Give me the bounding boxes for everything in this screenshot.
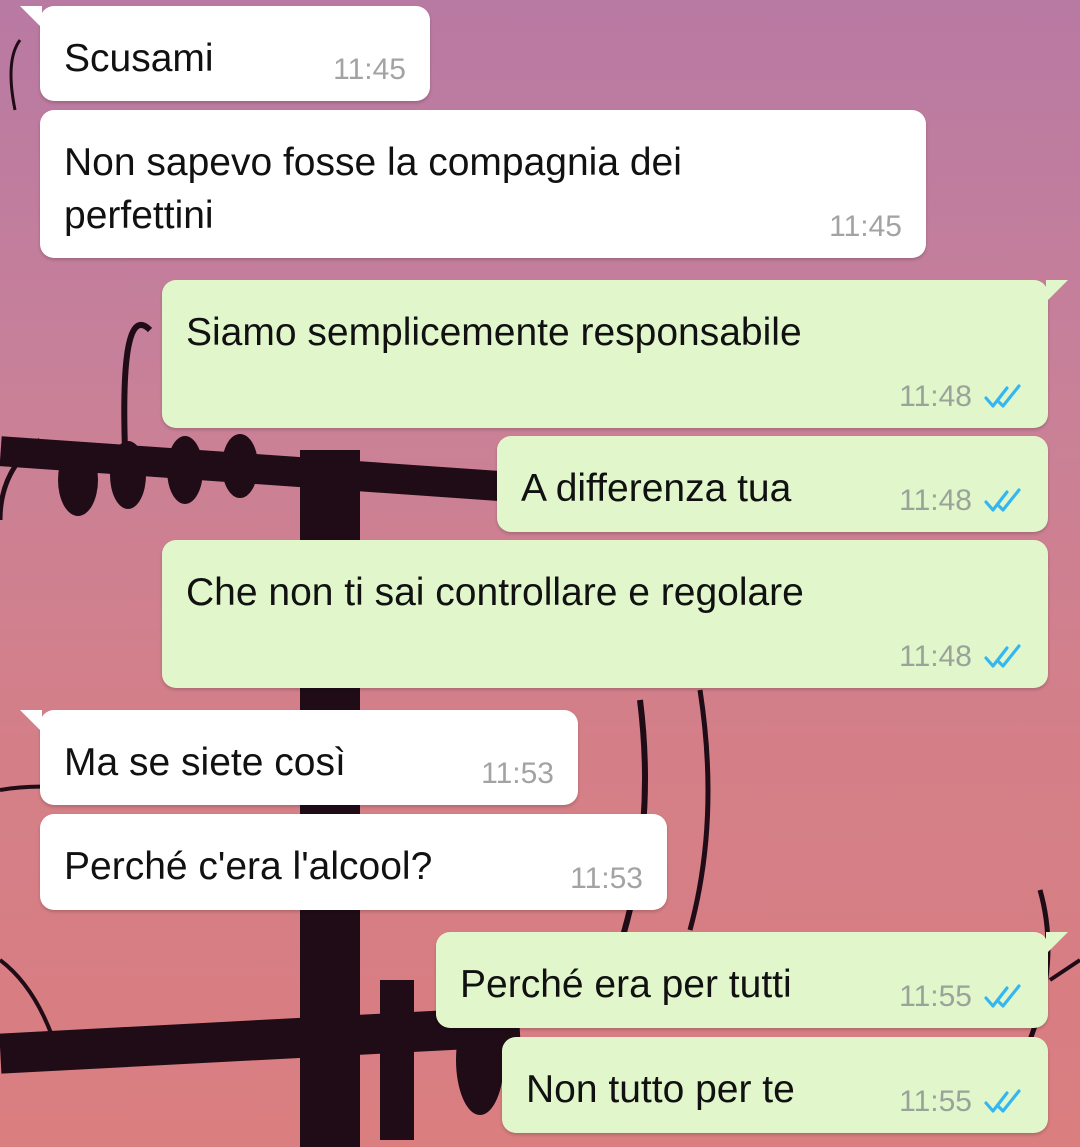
- message-text: Che non ti sai controllare e regolare: [186, 571, 804, 614]
- double-check-icon: [984, 644, 1021, 668]
- message-time: 11:45: [333, 53, 406, 86]
- message-outgoing[interactable]: Non tutto per te 11:55: [502, 1037, 1048, 1133]
- message-meta: 11:55: [899, 980, 1024, 1014]
- double-check-icon: [984, 1089, 1021, 1113]
- bubble-tail: [20, 710, 42, 732]
- message-meta: 11:45: [829, 210, 902, 244]
- message-incoming[interactable]: Scusami 11:45: [20, 6, 430, 101]
- message-time: 11:45: [829, 210, 902, 243]
- message-incoming[interactable]: Non sapevo fosse la compagnia dei perfet…: [40, 110, 926, 258]
- message-text: Non sapevo fosse la compagnia dei perfet…: [64, 141, 682, 237]
- message-incoming[interactable]: Ma se siete così 11:53: [20, 710, 578, 805]
- message-meta: 11:53: [570, 862, 643, 896]
- message-time: 11:48: [899, 380, 972, 413]
- double-check-icon: [984, 984, 1021, 1008]
- bubble-tail: [1046, 932, 1068, 954]
- message-time: 11:48: [899, 640, 972, 673]
- conversation: Scusami 11:45 Non sapevo fosse la compag…: [0, 0, 1080, 1147]
- message-time: 11:53: [570, 862, 643, 895]
- message-outgoing[interactable]: Siamo semplicemente responsabile 11:48: [162, 280, 1068, 428]
- message-outgoing[interactable]: Perché era per tutti 11:55: [436, 932, 1068, 1028]
- message-time: 11:55: [899, 980, 972, 1013]
- message-meta: 11:48: [899, 484, 1024, 518]
- double-check-icon: [984, 384, 1021, 408]
- message-incoming[interactable]: Perché c'era l'alcool? 11:53: [40, 814, 667, 910]
- message-meta: 11:48: [899, 380, 1024, 414]
- message-meta: 11:53: [481, 757, 554, 791]
- message-time: 11:48: [899, 484, 972, 517]
- message-text: Perché c'era l'alcool?: [64, 845, 433, 888]
- bubble-tail: [1046, 280, 1068, 302]
- message-time: 11:55: [899, 1085, 972, 1118]
- message-text: Siamo semplicemente responsabile: [186, 311, 802, 354]
- double-check-icon: [984, 488, 1021, 512]
- message-outgoing[interactable]: A differenza tua 11:48: [497, 436, 1048, 532]
- message-outgoing[interactable]: Che non ti sai controllare e regolare 11…: [162, 540, 1048, 688]
- message-meta: 11:55: [899, 1085, 1024, 1119]
- message-meta: 11:48: [899, 640, 1024, 674]
- message-meta: 11:45: [333, 53, 406, 87]
- bubble-tail: [20, 6, 42, 28]
- message-time: 11:53: [481, 757, 554, 790]
